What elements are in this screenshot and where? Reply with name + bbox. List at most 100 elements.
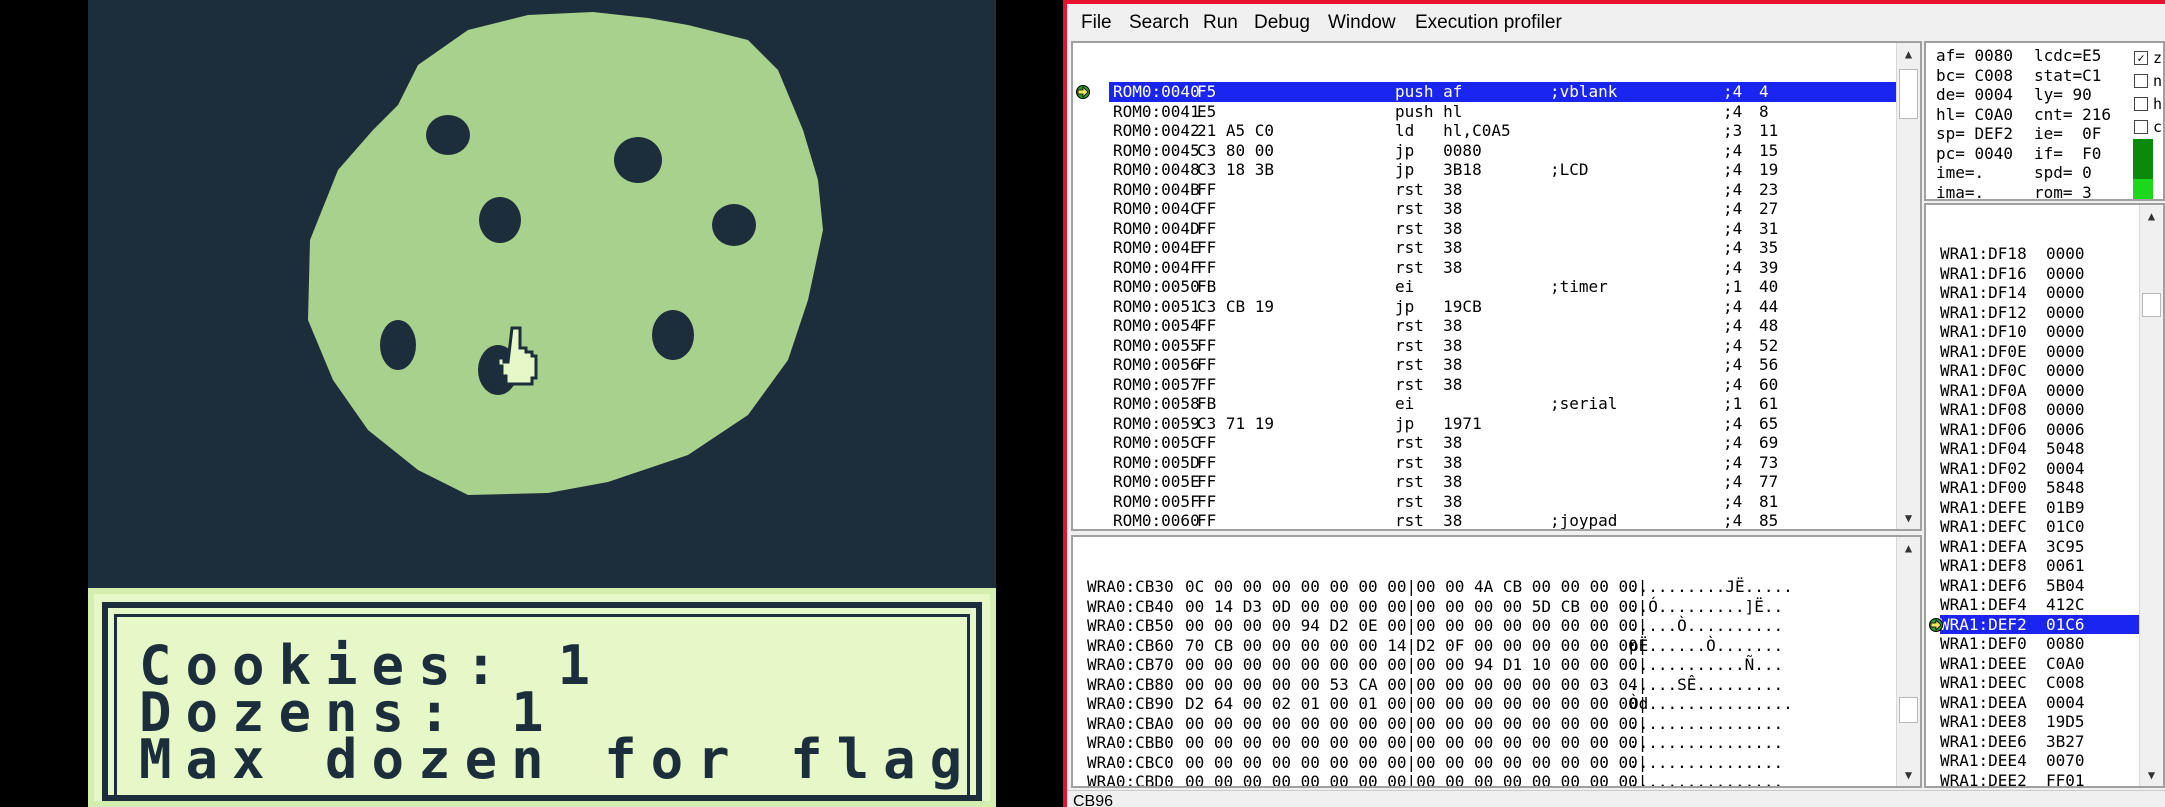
disasm-row[interactable]: ROM0:0060 FF rst 38 ;joypad ;4 85	[1073, 511, 1896, 530]
menu-run[interactable]: Run	[1203, 12, 1238, 34]
disasm-row[interactable]: ROM0:005F FF rst 38 ;4 81	[1073, 492, 1896, 512]
memory-row[interactable]: WRA0:CB60 70 CB 00 00 00 00 00 14|D2 0F 0…	[1073, 636, 1896, 656]
disasm-row[interactable]: ROM0:004C FF rst 38 ;4 27	[1073, 199, 1896, 219]
scroll-down-icon[interactable]: ▼	[1897, 764, 1920, 786]
stack-row[interactable]: WRA1:DF18 0000	[1926, 244, 2139, 264]
disasm-row[interactable]: ROM0:0061FF rst 38 ;4 89	[1073, 531, 1896, 532]
menu-search[interactable]: Search	[1129, 12, 1189, 34]
flag-h-checkbox[interactable]	[2134, 97, 2148, 111]
stack-row[interactable]: WRA1:DEF6 5B04	[1926, 576, 2139, 596]
disasm-row[interactable]: ROM0:0058 FB ei ;serial ;1 61	[1073, 394, 1896, 414]
stack-panel[interactable]: WRA1:DF18 0000 WRA1:DF16 0000 WRA1:DF14 0000 W…	[1924, 203, 2165, 788]
disasm-row[interactable]: ROM0:0045 C3 80 00 jp 0080 ;4 15	[1073, 141, 1896, 161]
stack-scrollbar[interactable]: ▲ ▼	[2139, 205, 2163, 786]
flag-c-checkbox[interactable]	[2134, 120, 2148, 134]
disasm-row[interactable]: ROM0:004E FF rst 38 ;4 35	[1073, 238, 1896, 258]
disasm-instruction: rst 38	[1395, 335, 1463, 355]
stack-row[interactable]: WRA1:DEE2 FF01	[1926, 771, 2139, 787]
disasm-row[interactable]: ROM0:0041 E5 push hl ;4 8	[1073, 102, 1896, 122]
stack-row[interactable]: WRA1:DF0E 0000	[1926, 342, 2139, 362]
disasm-row[interactable]: ROM0:005C FF rst 38 ;4 69	[1073, 433, 1896, 453]
stack-address: WRA1:DF18	[1940, 244, 2027, 263]
scroll-thumb[interactable]	[1899, 69, 1918, 119]
menu-window[interactable]: Window	[1328, 12, 1396, 34]
stack-row[interactable]: WRA1:DEFC 01C0	[1926, 517, 2139, 537]
memory-hex-bytes: 00 00 00 00 00 00 00 00|00 00 00 00 00 0…	[1185, 772, 1648, 788]
stack-row[interactable]: WRA1:DEF2 01C6	[1926, 614, 2139, 634]
scroll-up-icon[interactable]: ▲	[2140, 205, 2163, 227]
stack-row[interactable]: WRA1:DEF8 0061	[1926, 556, 2139, 576]
stack-row[interactable]: WRA1:DF0C 0000	[1926, 361, 2139, 381]
menu-execution-profiler[interactable]: Execution profiler	[1415, 12, 1562, 34]
stack-value: C008	[2046, 673, 2085, 692]
scroll-up-icon[interactable]: ▲	[1897, 43, 1920, 65]
disasm-bytes: FB	[1197, 277, 1217, 296]
disasm-row[interactable]: ROM0:0051 C3 CB 19 jp 19CB ;4 44	[1073, 297, 1896, 317]
disassembly-scrollbar[interactable]: ▲ ▼	[1896, 43, 1920, 529]
disasm-row[interactable]: ROM0:0050 FB ei ;timer ;1 40	[1073, 277, 1896, 297]
stack-row[interactable]: WRA1:DF04 5048	[1926, 439, 2139, 459]
disasm-row[interactable]: ROM0:004D FF rst 38 ;4 31	[1073, 219, 1896, 239]
stack-entry: WRA1:DEE6 3B27	[1940, 732, 2139, 752]
disasm-row[interactable]: ROM0:0059 C3 71 19 jp 1971 ;4 65	[1073, 414, 1896, 434]
disasm-cycles: ;4	[1723, 511, 1743, 530]
disasm-instruction: rst 38	[1395, 218, 1463, 238]
scroll-down-icon[interactable]: ▼	[2140, 764, 2163, 786]
stack-row[interactable]: WRA1:DEEC C008	[1926, 673, 2139, 693]
scroll-up-icon[interactable]: ▲	[1897, 537, 1920, 559]
memory-row[interactable]: WRA0:CB50 00 00 00 00 94 D2 0E 00|00 00 0…	[1073, 616, 1896, 636]
memory-row[interactable]: WRA0:CBB0 00 00 00 00 00 00 00 00|00 00 0…	[1073, 733, 1896, 753]
memory-scrollbar[interactable]: ▲ ▼	[1896, 537, 1920, 786]
disasm-row[interactable]: ROM0:0054 FF rst 38 ;4 48	[1073, 316, 1896, 336]
stack-row[interactable]: WRA1:DF10 0000	[1926, 322, 2139, 342]
disasm-row[interactable]: ROM0:004F FF rst 38 ;4 39	[1073, 258, 1896, 278]
disasm-row[interactable]: ROM0:0055 FF rst 38 ;4 52	[1073, 336, 1896, 356]
stack-row[interactable]: WRA1:DF12 0000	[1926, 303, 2139, 323]
flag-z-checkbox[interactable]: ✓	[2134, 51, 2148, 65]
disassembly-panel[interactable]: ROM0:0040 F5 push af ;vblank ;4 4 ROM0:0041 E5 p…	[1071, 41, 1922, 531]
memory-row[interactable]: WRA0:CBC0 00 00 00 00 00 00 00 00|00 00 0…	[1073, 753, 1896, 773]
stack-row[interactable]: WRA1:DEFA 3C95	[1926, 537, 2139, 557]
stack-row[interactable]: WRA1:DEE8 19D5	[1926, 712, 2139, 732]
scroll-thumb[interactable]	[2142, 293, 2161, 317]
stack-row[interactable]: WRA1:DEE4 0070	[1926, 751, 2139, 771]
stack-address: WRA1:DEFA	[1940, 536, 2027, 556]
current-instruction-arrow-icon	[1076, 85, 1090, 99]
memory-panel[interactable]: WRA0:CB30 0C 00 00 00 00 00 00 00|00 00 4…	[1071, 535, 1922, 788]
stack-row[interactable]: WRA1:DEFE 01B9	[1926, 498, 2139, 518]
disasm-row[interactable]: ROM0:005E FF rst 38 ;4 77	[1073, 472, 1896, 492]
memory-row[interactable]: WRA0:CB90 D2 64 00 02 01 00 01 00|00 00 0…	[1073, 694, 1896, 714]
disasm-row[interactable]: ROM0:004B FF rst 38 ;4 23	[1073, 180, 1896, 200]
stack-row[interactable]: WRA1:DEF4 412C	[1926, 595, 2139, 615]
stack-row[interactable]: WRA1:DF06 0006	[1926, 420, 2139, 440]
disasm-row[interactable]: ROM0:0056 FF rst 38 ;4 56	[1073, 355, 1896, 375]
memory-row[interactable]: WRA0:CBA0 00 00 00 00 00 00 00 00|00 00 0…	[1073, 714, 1896, 734]
memory-row[interactable]: WRA0:CBD0 00 00 00 00 00 00 00 00|00 00 0…	[1073, 772, 1896, 788]
disasm-row[interactable]: ROM0:0040 F5 push af ;vblank ;4 4	[1109, 82, 1896, 102]
stack-row[interactable]: WRA1:DEEE C0A0	[1926, 654, 2139, 674]
stack-row[interactable]: WRA1:DEE6 3B27	[1926, 732, 2139, 752]
memory-row[interactable]: WRA0:CB40 00 14 D3 0D 00 00 00 00|00 00 0…	[1073, 597, 1896, 617]
stack-row[interactable]: WRA1:DEF0 0080	[1926, 634, 2139, 654]
disasm-row[interactable]: ROM0:005D FF rst 38 ;4 73	[1073, 453, 1896, 473]
register-row: pc= 0040 if= F0	[1936, 144, 2126, 164]
stack-row[interactable]: WRA1:DF02 0004	[1926, 459, 2139, 479]
flag-n-checkbox[interactable]	[2134, 74, 2148, 88]
stack-row[interactable]: WRA1:DF14 0000	[1926, 283, 2139, 303]
disasm-row[interactable]: ROM0:0048 C3 18 3B jp 3B18 ;LCD ;4 19	[1073, 160, 1896, 180]
disasm-row[interactable]: ROM0:0057 FF rst 38 ;4 60	[1073, 375, 1896, 395]
stack-row[interactable]: WRA1:DF00 5848	[1926, 478, 2139, 498]
scroll-down-icon[interactable]: ▼	[1897, 507, 1920, 529]
stack-row[interactable]: WRA1:DEEA 0004	[1926, 693, 2139, 713]
menu-debug[interactable]: Debug	[1254, 12, 1310, 34]
memory-row[interactable]: WRA0:CB70 00 00 00 00 00 00 00 00|00 00 9…	[1073, 655, 1896, 675]
stack-row[interactable]: WRA1:DF08 0000	[1926, 400, 2139, 420]
stack-row[interactable]: WRA1:DF16 0000	[1926, 264, 2139, 284]
scroll-thumb[interactable]	[1899, 697, 1918, 723]
menu-file[interactable]: File	[1081, 12, 1112, 34]
gameboy-screen[interactable]: Cookies: 1 Dozens: 1 Max dozen for flag	[88, 0, 996, 807]
disasm-row[interactable]: ROM0:0042 21 A5 C0 ld hl,C0A5 ;3 11	[1073, 121, 1896, 141]
stack-row[interactable]: WRA1:DF0A 0000	[1926, 381, 2139, 401]
memory-row[interactable]: WRA0:CB80 00 00 00 00 00 53 CA 00|00 00 0…	[1073, 675, 1896, 695]
memory-row[interactable]: WRA0:CB30 0C 00 00 00 00 00 00 00|00 00 4…	[1073, 577, 1896, 597]
